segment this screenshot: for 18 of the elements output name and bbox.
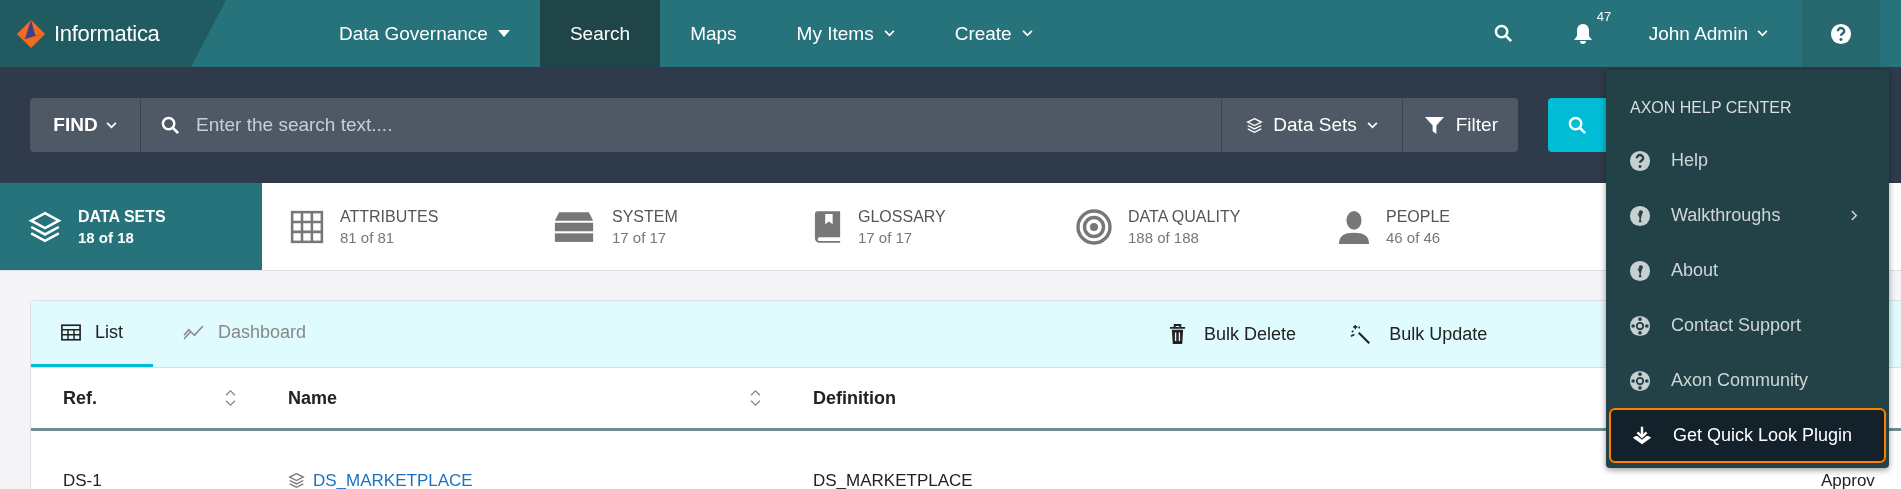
logo-text: Informatica (54, 20, 160, 47)
category-label: PEOPLE (1386, 207, 1451, 226)
table-cell: Approv (1821, 471, 1875, 489)
category-label: DATA QUALITY (1128, 207, 1241, 226)
category-count: 188 of 188 (1128, 228, 1200, 246)
category-count: 17 of 17 (612, 228, 668, 246)
category-count: 18 of 18 (78, 228, 135, 246)
category-count: 17 of 17 (858, 228, 914, 246)
menu-heading: AXON HELP CENTER (1629, 98, 1793, 118)
category-label: GLOSSARY (858, 207, 946, 226)
category-label: ATTRIBUTES (340, 207, 439, 226)
category-label: DATA SETS (78, 207, 166, 226)
table-cell: DS-1 (63, 471, 102, 489)
category-count: 81 of 81 (340, 228, 396, 246)
table-cell: DS_MARKETPLACE (813, 471, 973, 489)
category-label: SYSTEM (612, 207, 678, 226)
notification-count: 47 (1596, 9, 1612, 24)
category-count: 46 of 46 (1386, 228, 1442, 246)
